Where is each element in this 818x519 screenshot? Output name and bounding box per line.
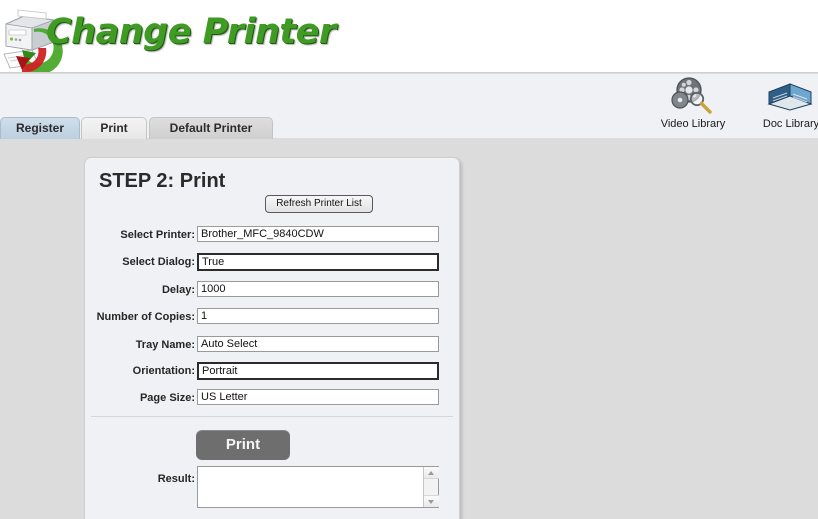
result-scrollbar[interactable] — [423, 467, 439, 507]
print-step-card: STEP 2: Print Refresh Printer List Selec… — [84, 157, 460, 519]
app-window: Change Printer Video Library Doc Library… — [0, 0, 818, 519]
tab-bar: Register Print Default Printer — [0, 117, 818, 139]
label-tray-name: Tray Name: — [135, 339, 195, 351]
logo-wordmark: Change Printer — [46, 12, 336, 52]
field-row-orientation: Orientation: — [85, 362, 461, 384]
field-row-select-dialog: Select Dialog: — [85, 253, 461, 275]
result-textarea[interactable] — [198, 467, 424, 507]
label-delay: Delay: — [161, 284, 195, 296]
clipped-bottom-row — [197, 514, 439, 519]
tab-default-printer[interactable]: Default Printer — [149, 117, 273, 139]
section-divider — [91, 416, 453, 417]
print-button[interactable]: Print — [196, 430, 290, 460]
tab-register[interactable]: Register — [0, 117, 80, 139]
select-printer-input[interactable] — [197, 226, 439, 242]
film-reel-magnifier-icon — [638, 76, 748, 116]
label-select-dialog: Select Dialog: — [122, 256, 195, 268]
orientation-input[interactable] — [197, 362, 439, 380]
page-size-input[interactable] — [197, 389, 439, 405]
field-row-tray-name: Tray Name: — [85, 336, 461, 358]
scroll-up-arrow-icon[interactable] — [424, 467, 439, 479]
label-page-size: Page Size: — [139, 392, 195, 404]
tab-print[interactable]: Print — [81, 117, 147, 139]
field-row-delay: Delay: — [85, 281, 461, 303]
app-logo: Change Printer — [2, 2, 336, 75]
label-number-of-copies: Number of Copies: — [96, 311, 195, 323]
field-row-select-printer: Select Printer: — [85, 226, 461, 248]
label-result: Result: — [157, 473, 195, 485]
refresh-printer-list-button[interactable]: Refresh Printer List — [265, 195, 373, 213]
number-of-copies-input[interactable] — [197, 308, 439, 324]
field-row-number-of-copies: Number of Copies: — [85, 308, 461, 330]
result-box — [197, 466, 439, 508]
label-select-printer: Select Printer: — [120, 229, 195, 241]
page-title: STEP 2: Print — [99, 170, 226, 192]
scroll-down-arrow-icon[interactable] — [424, 495, 439, 507]
delay-input[interactable] — [197, 281, 439, 297]
tray-name-input[interactable] — [197, 336, 439, 352]
app-banner: Change Printer — [0, 0, 818, 75]
select-dialog-input[interactable] — [197, 253, 439, 271]
label-orientation: Orientation: — [132, 365, 195, 377]
field-row-page-size: Page Size: — [85, 389, 461, 411]
open-book-icon — [736, 76, 818, 116]
